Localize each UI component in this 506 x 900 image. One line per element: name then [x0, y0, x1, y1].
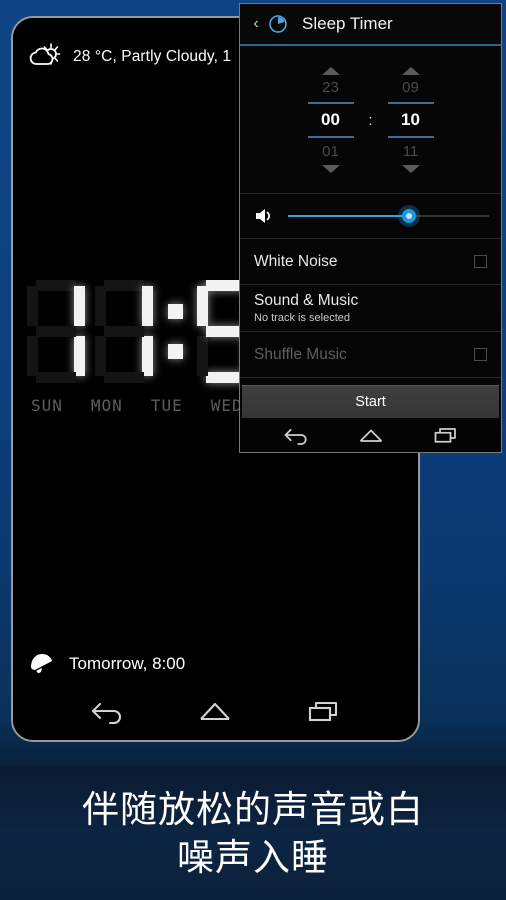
- promo-caption: 伴随放松的声音或白 噪声入睡: [0, 786, 506, 882]
- hours-prev-value: 23: [322, 78, 339, 96]
- white-noise-label: White Noise: [254, 252, 338, 270]
- picker-divider-bottom: [307, 135, 354, 138]
- white-noise-row[interactable]: White Noise: [240, 239, 501, 285]
- caption-line-1: 伴随放松的声音或白: [82, 788, 424, 831]
- picker-separator: :: [368, 112, 373, 129]
- slider-thumb[interactable]: [401, 209, 416, 223]
- dialog-title: Sleep Timer: [302, 14, 393, 33]
- sleep-timer-dialog: ‹ Sleep Timer 23 00 01 : 09 10 11 White …: [239, 3, 502, 453]
- minutes-prev-value: 09: [402, 78, 419, 96]
- next-alarm-text: Tomorrow, 8:00: [69, 654, 186, 673]
- weekday-label: MON: [90, 396, 123, 415]
- minutes-value[interactable]: 10: [401, 107, 420, 133]
- back-icon[interactable]: [276, 423, 316, 447]
- seven-segment-display: [27, 280, 265, 388]
- hours-increment-icon[interactable]: [321, 66, 340, 75]
- weekday-label: SUN: [31, 396, 63, 415]
- volume-slider[interactable]: [288, 208, 489, 224]
- home-icon[interactable]: [191, 694, 239, 728]
- minutes-picker[interactable]: 09 10 11: [379, 65, 443, 175]
- caption-line-2: 噪声入睡: [177, 836, 329, 879]
- weekday-label: TUE: [150, 396, 183, 415]
- timer-clock-icon: [269, 15, 287, 33]
- next-alarm-row[interactable]: Tomorrow, 8:00: [13, 642, 418, 686]
- picker-divider-bottom: [387, 135, 434, 138]
- start-button-container: Start: [240, 385, 501, 419]
- dialog-navigation-bar: [240, 418, 501, 452]
- shuffle-music-checkbox[interactable]: [474, 348, 487, 361]
- partly-cloudy-icon: [29, 43, 61, 65]
- promo-screenshot: 28 °C, Partly Cloudy, 1 SUN MON TUE WED …: [0, 0, 506, 900]
- sound-music-row[interactable]: Sound & Music No track is selected: [240, 285, 501, 332]
- hours-picker[interactable]: 23 00 01: [299, 65, 363, 175]
- hours-value[interactable]: 00: [321, 107, 340, 133]
- shuffle-music-row[interactable]: Shuffle Music: [240, 332, 501, 378]
- slider-fill: [288, 215, 409, 217]
- dialog-title-bar: ‹ Sleep Timer: [240, 4, 501, 46]
- minutes-next-value: 11: [402, 142, 419, 160]
- sleep-duration-picker: 23 00 01 : 09 10 11: [240, 46, 501, 193]
- home-icon[interactable]: [351, 423, 391, 447]
- hours-next-value: 01: [322, 142, 339, 160]
- hours-decrement-icon[interactable]: [321, 164, 340, 173]
- back-icon[interactable]: [83, 694, 131, 728]
- minutes-decrement-icon[interactable]: [401, 164, 420, 173]
- picker-divider-top: [387, 101, 434, 104]
- shuffle-music-label: Shuffle Music: [254, 345, 347, 363]
- clock-colon: [163, 280, 189, 384]
- volume-row: [240, 193, 501, 239]
- speaker-icon: [256, 209, 270, 223]
- clock-digit: [27, 280, 85, 384]
- back-chevron-icon[interactable]: ‹: [248, 15, 264, 33]
- minutes-increment-icon[interactable]: [401, 66, 420, 75]
- start-button[interactable]: Start: [242, 385, 499, 419]
- recents-icon[interactable]: [426, 423, 466, 447]
- alarm-bell-icon: [31, 654, 52, 674]
- picker-divider-top: [307, 101, 354, 104]
- weekday-label: WED: [210, 396, 243, 415]
- white-noise-checkbox[interactable]: [474, 255, 487, 268]
- weather-text: 28 °C, Partly Cloudy, 1: [73, 48, 232, 65]
- weekday-row: SUN MON TUE WED: [31, 396, 243, 415]
- phone-navigation-bar: [13, 682, 418, 740]
- clock-digit: [95, 280, 153, 384]
- recents-icon[interactable]: [300, 694, 348, 728]
- sound-music-subtitle: No track is selected: [254, 312, 350, 324]
- sound-music-label: Sound & Music: [254, 292, 359, 309]
